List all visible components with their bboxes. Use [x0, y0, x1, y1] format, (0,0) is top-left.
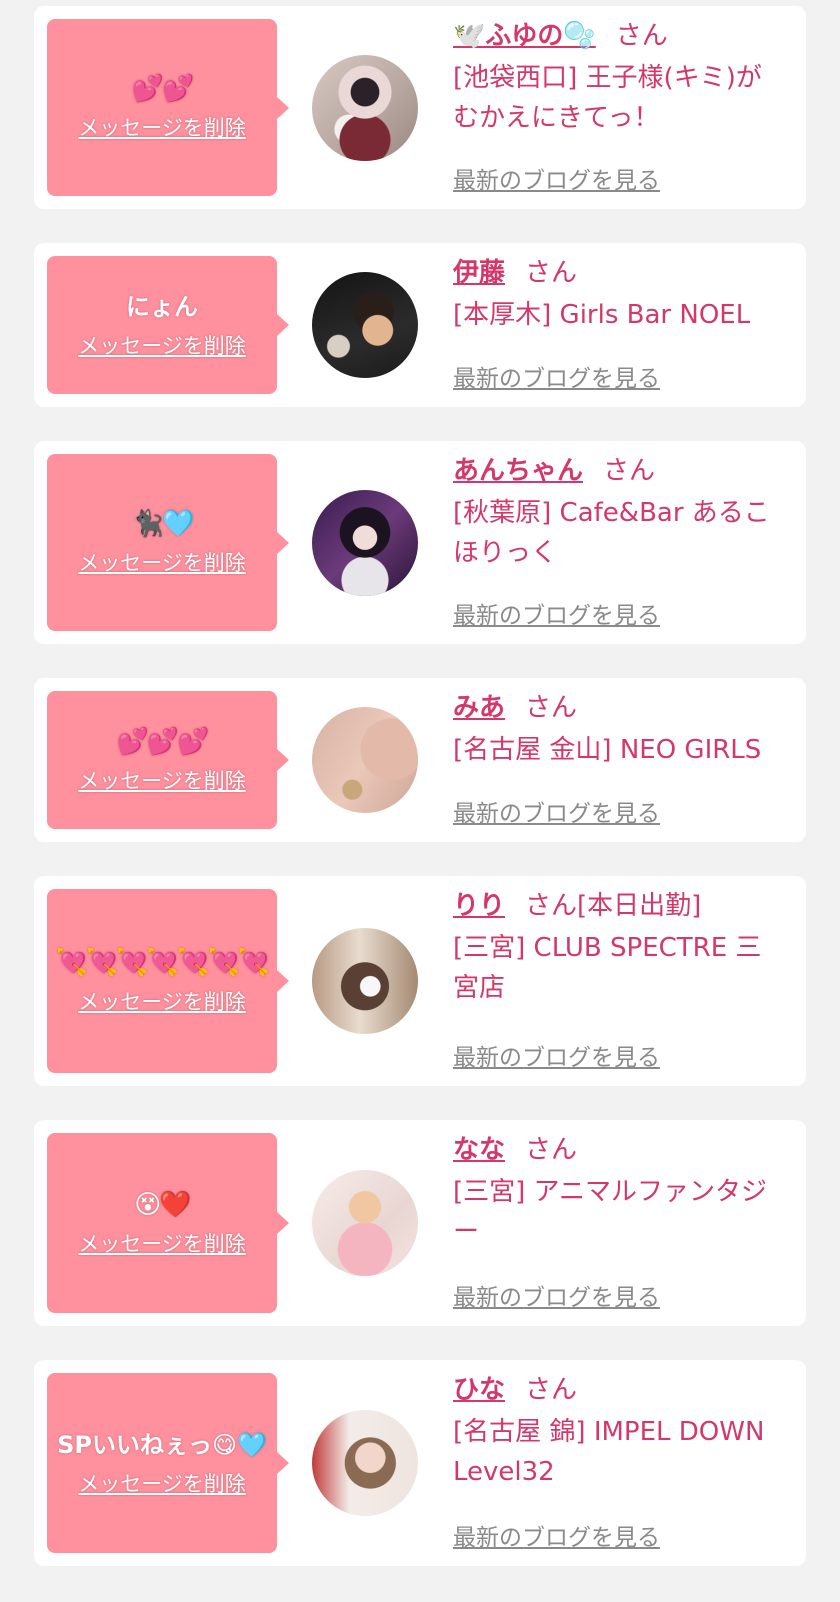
message-text: 💕💕💕 — [116, 726, 209, 757]
avatar[interactable] — [312, 928, 418, 1034]
shop-name: [名古屋 錦] IMPEL DOWN Level32 — [453, 1417, 765, 1487]
message-card: 💘💘💘💘💘💘💘 メッセージを削除 りり さん[本日出勤] [三宮] CLUB SP… — [34, 876, 806, 1086]
honorific: さん — [603, 456, 656, 486]
girl-photo-icon — [312, 1410, 418, 1516]
cast-name-link[interactable]: 🕊️ふゆの🫧 — [453, 21, 596, 51]
cast-name-link[interactable]: 伊藤 — [453, 258, 505, 288]
avatar[interactable] — [312, 489, 418, 596]
message-card: 🐈‍⬛🩵 メッセージを削除 あんちゃん さん [秋葉原] Cafe&Bar あるこ… — [34, 441, 806, 644]
cast-info: りり さん[本日出勤] [三宮] CLUB SPECTRE 三宮店 — [453, 886, 786, 1008]
shop-name: [三宮] CLUB SPECTRE 三宮店 — [453, 933, 762, 1003]
delete-message-link[interactable]: メッセージを削除 — [78, 986, 246, 1016]
honorific: さん — [525, 258, 578, 288]
latest-blog-link[interactable]: 最新のブログを見る — [453, 161, 660, 195]
shop-name: [池袋西口] 王子様(キミ)がむかえにきてっ！ — [453, 63, 762, 133]
avatar[interactable] — [312, 1170, 418, 1276]
message-bubble: SPいいねぇっ😋🩵 メッセージを削除 — [47, 1373, 289, 1553]
avatar[interactable] — [312, 54, 418, 161]
name-row: 🕊️ふゆの🫧 さん — [453, 16, 786, 56]
message-card: SPいいねぇっ😋🩵 メッセージを削除 ひな さん [名古屋 錦] IMPEL DO… — [34, 1360, 806, 1566]
message-card: 💕💕 メッセージを削除 🕊️ふゆの🫧 さん [池袋西口] 王子様(キミ)がむかえに… — [34, 6, 806, 209]
shop-name: [三宮] アニマルファンタジー — [453, 1177, 768, 1247]
latest-blog-link[interactable]: 最新のブログを見る — [453, 794, 660, 828]
cast-info: 🕊️ふゆの🫧 さん [池袋西口] 王子様(キミ)がむかえにきてっ！ — [453, 16, 786, 138]
cast-name-link[interactable]: なな — [453, 1135, 505, 1165]
message-text: SPいいねぇっ😋🩵 — [57, 1430, 267, 1459]
message-card: 💕💕💕 メッセージを削除 みあ さん [名古屋 金山] NEO GIRLS 最新の… — [34, 678, 806, 842]
name-row: ひな さん — [453, 1370, 786, 1410]
message-card: 😵❤️ メッセージを削除 なな さん [三宮] アニマルファンタジー 最新のブログ… — [34, 1120, 806, 1326]
message-bubble: 💘💘💘💘💘💘💘 メッセージを削除 — [47, 889, 289, 1073]
message-text: 💘💘💘💘💘💘💘 — [55, 947, 271, 978]
delete-message-link[interactable]: メッセージを削除 — [78, 330, 246, 360]
message-bubble: 🐈‍⬛🩵 メッセージを削除 — [47, 454, 289, 631]
girl-photo-icon — [312, 54, 418, 161]
honorific: さん — [525, 891, 578, 921]
latest-blog-link[interactable]: 最新のブログを見る — [453, 1038, 660, 1072]
message-bubble: 💕💕 メッセージを削除 — [47, 19, 289, 196]
message-list: 💕💕 メッセージを削除 🕊️ふゆの🫧 さん [池袋西口] 王子様(キミ)がむかえに… — [34, 6, 806, 1566]
girl-photo-icon — [312, 489, 418, 596]
cast-name-link[interactable]: りり — [453, 891, 505, 921]
message-text: にょん — [126, 292, 198, 321]
latest-blog-link[interactable]: 最新のブログを見る — [453, 359, 660, 393]
shop-name: [本厚木] Girls Bar NOEL — [453, 300, 751, 330]
man-photo-icon — [312, 272, 418, 378]
status-label: [本日出勤] — [577, 891, 702, 921]
name-row: みあ さん — [453, 688, 786, 728]
delete-message-link[interactable]: メッセージを削除 — [78, 1468, 246, 1498]
cast-info: あんちゃん さん [秋葉原] Cafe&Bar あるこほりっく — [453, 451, 786, 573]
cast-name-link[interactable]: あんちゃん — [453, 456, 583, 486]
shop-name: [秋葉原] Cafe&Bar あるこほりっく — [453, 498, 770, 568]
name-row: なな さん — [453, 1130, 786, 1170]
cast-info: みあ さん [名古屋 金山] NEO GIRLS — [453, 688, 786, 770]
avatar[interactable] — [312, 272, 418, 378]
name-row: 伊藤 さん — [453, 253, 786, 293]
girl-photo-icon — [312, 707, 418, 813]
girl-photo-icon — [312, 1170, 418, 1276]
latest-blog-link[interactable]: 最新のブログを見る — [453, 1278, 660, 1312]
name-row: りり さん[本日出勤] — [453, 886, 786, 926]
avatar[interactable] — [312, 1410, 418, 1516]
message-card: にょん メッセージを削除 伊藤 さん [本厚木] Girls Bar NOEL 最… — [34, 243, 806, 407]
cast-info: 伊藤 さん [本厚木] Girls Bar NOEL — [453, 253, 786, 335]
cast-name-link[interactable]: みあ — [453, 693, 505, 723]
girl-photo-icon — [312, 928, 418, 1034]
delete-message-link[interactable]: メッセージを削除 — [78, 765, 246, 795]
honorific: さん — [615, 21, 668, 51]
honorific: さん — [525, 693, 578, 723]
latest-blog-link[interactable]: 最新のブログを見る — [453, 1518, 660, 1552]
name-row: あんちゃん さん — [453, 451, 786, 491]
message-text: 💕💕 — [131, 74, 195, 104]
shop-name: [名古屋 金山] NEO GIRLS — [453, 735, 762, 765]
message-bubble: 😵❤️ メッセージを削除 — [47, 1133, 289, 1313]
honorific: さん — [525, 1135, 578, 1165]
cast-info: なな さん [三宮] アニマルファンタジー — [453, 1130, 786, 1252]
message-text: 😵❤️ — [134, 1189, 192, 1220]
honorific: さん — [525, 1375, 578, 1405]
message-bubble: にょん メッセージを削除 — [47, 256, 289, 394]
cast-info: ひな さん [名古屋 錦] IMPEL DOWN Level32 — [453, 1370, 786, 1492]
delete-message-link[interactable]: メッセージを削除 — [78, 1228, 246, 1258]
cast-name-link[interactable]: ひな — [453, 1375, 505, 1405]
message-text: 🐈‍⬛🩵 — [131, 509, 195, 539]
latest-blog-link[interactable]: 最新のブログを見る — [453, 596, 660, 630]
avatar[interactable] — [312, 707, 418, 813]
delete-message-link[interactable]: メッセージを削除 — [78, 112, 246, 142]
message-bubble: 💕💕💕 メッセージを削除 — [47, 691, 289, 829]
delete-message-link[interactable]: メッセージを削除 — [78, 547, 246, 577]
